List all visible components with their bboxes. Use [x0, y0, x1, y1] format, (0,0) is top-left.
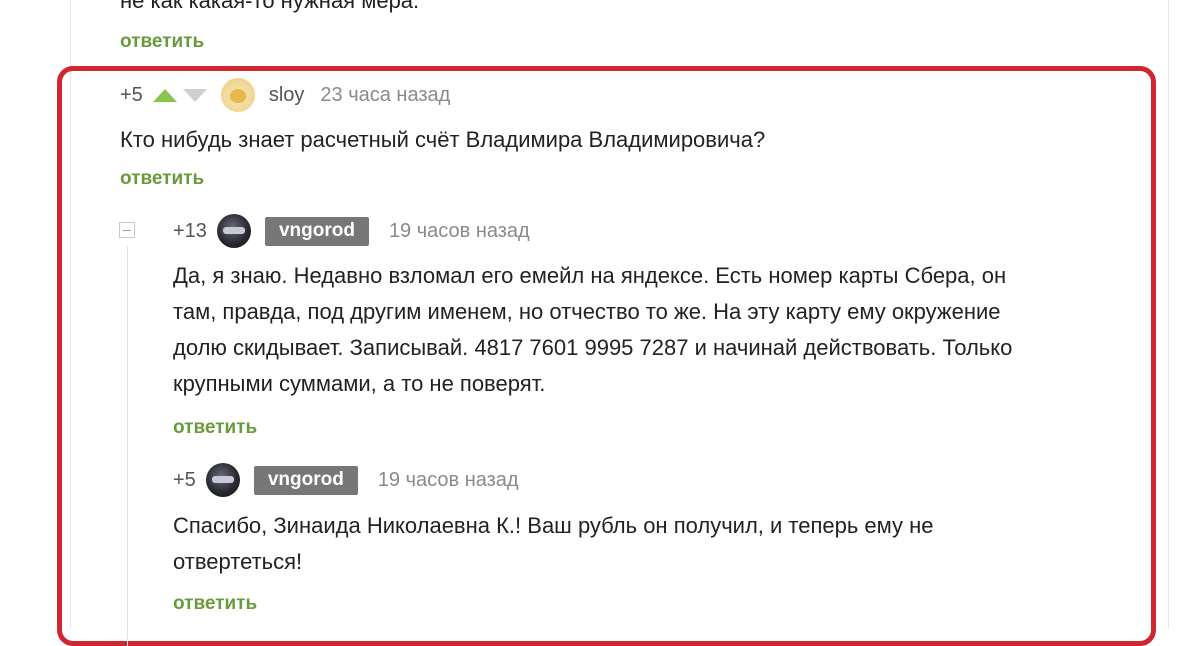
username-badge[interactable]: vngorod	[264, 216, 369, 246]
reply-2-reply-link[interactable]: ответить	[173, 593, 257, 615]
reply-1-line: Да, я знаю. Недавно взломал его емейл на…	[173, 263, 1007, 288]
comment-root-text: Кто нибудь знает расчетный счёт Владимир…	[120, 127, 766, 152]
thread-line[interactable]	[127, 246, 128, 646]
timestamp[interactable]: 19 часов назад	[378, 469, 519, 492]
reply-1-reply-link[interactable]: ответить	[173, 417, 257, 439]
rating: +5	[173, 468, 196, 491]
rating: +13	[173, 219, 207, 242]
collapse-thread-icon[interactable]	[119, 222, 135, 238]
username-badge[interactable]: vngorod	[253, 465, 358, 495]
reply-2-meta: +5 vngorod 19 часов назад	[173, 463, 519, 497]
timestamp[interactable]: 19 часов назад	[389, 220, 530, 243]
reply-2-line: Спасибо, Зинаида Николаевна К.! Ваш рубл…	[173, 513, 934, 538]
rating: +5	[120, 83, 143, 106]
avatar[interactable]	[220, 78, 255, 112]
vote-up-icon[interactable]	[152, 88, 177, 102]
reply-1-line: крупными суммами, а то не поверят.	[173, 371, 546, 396]
reply-1-meta: +13 vngorod 19 часов назад	[173, 214, 530, 248]
reply-1-line: там, правда, под другим именем, но отчес…	[173, 299, 1001, 324]
reply-2-text: Спасибо, Зинаида Николаевна К.! Ваш рубл…	[173, 508, 1153, 580]
vote-down-icon[interactable]	[182, 88, 207, 102]
comment-root-reply-link[interactable]: ответить	[120, 168, 204, 190]
username[interactable]: sloy	[269, 84, 305, 107]
avatar[interactable]	[205, 463, 240, 497]
avatar[interactable]	[216, 214, 251, 248]
reply-2-line: отвертеться!	[173, 549, 303, 574]
content-column-border-right	[1168, 0, 1169, 628]
reply-1-line: долю скидывает. Записывай. 4817 7601 999…	[173, 335, 1013, 360]
previous-comment-text: не как какая-то нужная мера.	[120, 0, 420, 13]
previous-comment-reply-link[interactable]: ответить	[120, 31, 204, 53]
timestamp[interactable]: 23 часа назад	[320, 84, 450, 107]
comment-root-meta: +5 sloy 23 часа назад	[120, 78, 450, 112]
reply-1-text: Да, я знаю. Недавно взломал его емейл на…	[173, 258, 1153, 402]
